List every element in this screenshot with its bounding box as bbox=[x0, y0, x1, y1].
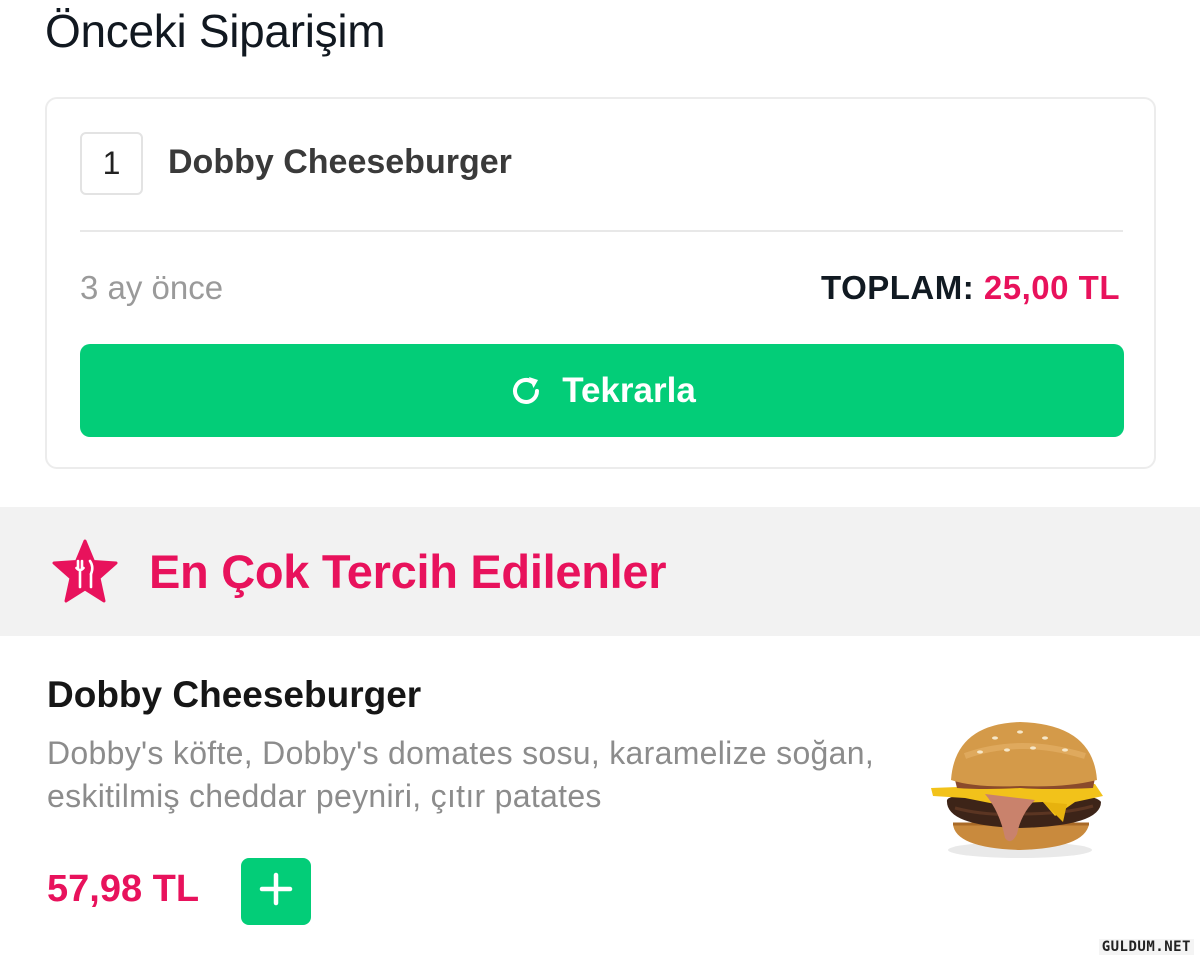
order-item-quantity: 1 bbox=[80, 132, 143, 195]
page: Önceki Siparişim 1 Dobby Cheeseburger 3 … bbox=[0, 0, 1200, 961]
product-description: Dobby's köfte, Dobby's domates sosu, kar… bbox=[47, 735, 875, 814]
watermark: GULDUM.NET bbox=[1098, 939, 1194, 955]
product-image-burger[interactable] bbox=[925, 716, 1115, 871]
section-title-previous-order: Önceki Siparişim bbox=[45, 5, 386, 57]
popular-section-header: En Çok Tercih Edilenler bbox=[0, 507, 1200, 636]
order-time-ago: 3 ay önce bbox=[80, 269, 224, 306]
order-item-name: Dobby Cheeseburger bbox=[168, 143, 512, 181]
card-divider bbox=[80, 230, 1123, 232]
refresh-icon bbox=[508, 373, 544, 409]
repeat-order-button[interactable]: Tekrarla bbox=[80, 344, 1124, 437]
popular-section-title: En Çok Tercih Edilenler bbox=[149, 545, 667, 598]
product-price: 57,98 TL bbox=[47, 868, 200, 910]
order-total: TOPLAM: 25,00 TL bbox=[821, 269, 1120, 307]
star-fork-knife-icon bbox=[51, 539, 119, 610]
repeat-order-label: Tekrarla bbox=[562, 370, 696, 410]
previous-order-card: 1 Dobby Cheeseburger 3 ay önce TOPLAM: 2… bbox=[45, 97, 1156, 469]
plus-icon bbox=[259, 872, 293, 911]
order-total-value: 25,00 TL bbox=[983, 269, 1120, 306]
order-total-label: TOPLAM: bbox=[821, 269, 975, 306]
product-name[interactable]: Dobby Cheeseburger bbox=[47, 674, 421, 716]
add-to-cart-button[interactable] bbox=[241, 858, 311, 925]
